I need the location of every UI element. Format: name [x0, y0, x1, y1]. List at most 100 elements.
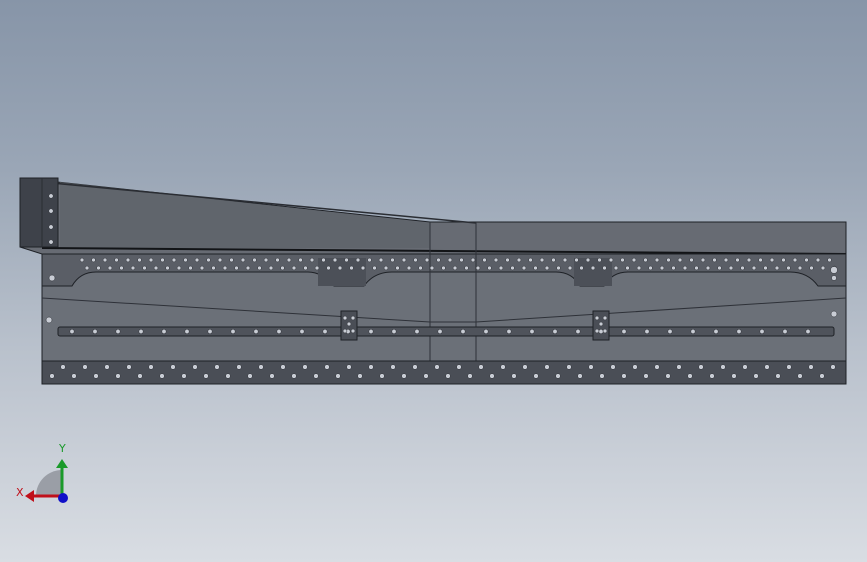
bolt-hole [687, 373, 693, 379]
bolt-hole [585, 257, 591, 263]
bolt-hole [746, 257, 752, 263]
bolt-hole [350, 328, 356, 334]
bolt-hole [643, 373, 649, 379]
triad-plane-quadrant [36, 470, 62, 496]
bolt-hole [728, 265, 734, 271]
bolt-hole [79, 257, 85, 263]
bolt-hole [597, 257, 602, 263]
bolt-hole [360, 265, 366, 271]
bolt-hole [181, 373, 187, 379]
bolt-hole [775, 373, 781, 379]
bolt-hole [830, 364, 836, 370]
bolt-hole [299, 329, 305, 334]
bolt-hole [613, 265, 619, 271]
bolt-hole [206, 257, 211, 263]
bolt-hole [666, 257, 671, 263]
bolt-hole [820, 265, 826, 271]
bolt-hole [423, 373, 429, 379]
bolt-hole [467, 373, 473, 379]
bolt-hole [552, 329, 558, 334]
bolt-hole [137, 373, 143, 379]
bolt-hole [620, 257, 625, 263]
triad-x-label: X [16, 486, 24, 499]
graphics-viewport[interactable] [0, 0, 867, 562]
bolt-hole [769, 257, 775, 263]
bolt-hole [268, 265, 274, 271]
bolt-hole [245, 265, 251, 271]
bolt-hole [804, 257, 809, 263]
bolt-hole [142, 265, 147, 271]
bolt-hole [654, 257, 660, 263]
bolt-hole [342, 315, 348, 321]
beam-assembly-model[interactable] [19, 177, 847, 385]
bolt-hole [82, 364, 88, 370]
bolt-hole [648, 265, 653, 271]
y-axis-arrow [56, 459, 68, 468]
bolt-hole [391, 329, 397, 334]
bolt-hole [335, 373, 341, 379]
bolt-hole [199, 265, 205, 271]
bolt-hole [459, 257, 464, 263]
bolt-hole [705, 265, 711, 271]
bolt-hole [539, 257, 545, 263]
bolt-hole [159, 373, 165, 379]
bolt-hole [602, 328, 608, 334]
bolt-hole [413, 257, 418, 263]
bolt-hole [92, 329, 98, 334]
bolt-hole [644, 329, 650, 334]
bolt-hole [45, 316, 53, 324]
bolt-hole [429, 265, 435, 271]
bolt-hole [694, 265, 699, 271]
bolt-hole [562, 257, 568, 263]
bolt-hole [511, 373, 517, 379]
bolt-hole [690, 329, 696, 334]
bolt-hole [60, 364, 66, 370]
bolt-hole [470, 257, 476, 263]
bolt-hole [69, 329, 75, 334]
bolt-hole [49, 373, 55, 379]
bolt-hole [456, 364, 462, 370]
bolt-hole [763, 265, 768, 271]
bolt-hole [368, 364, 374, 370]
bolt-hole [781, 257, 786, 263]
bolt-hole [671, 265, 676, 271]
bolt-hole [207, 329, 213, 334]
bolt-hole [188, 265, 193, 271]
reference-triad[interactable] [25, 459, 68, 503]
bolt-hole [160, 257, 165, 263]
bolt-hole [588, 364, 594, 370]
bolt-hole [599, 373, 605, 379]
bolt-hole [257, 265, 262, 271]
bolt-hole [521, 265, 527, 271]
bolt-hole [464, 265, 469, 271]
bolt-hole [225, 373, 231, 379]
bolt-hole [229, 257, 234, 263]
bolt-hole [214, 364, 220, 370]
bolt-hole [183, 257, 188, 263]
bolt-hole [258, 364, 264, 370]
bolt-hole [378, 257, 384, 263]
bolt-hole [247, 373, 253, 379]
bolt-hole [631, 257, 637, 263]
x-axis-arrow [25, 490, 34, 502]
bolt-hole [291, 265, 297, 271]
bolt-hole [280, 265, 285, 271]
bolt-hole [566, 364, 572, 370]
bolt-hole [632, 364, 638, 370]
bolt-hole [84, 265, 90, 271]
bolt-hole [528, 257, 533, 263]
bolt-hole [452, 265, 458, 271]
bolt-hole [758, 257, 763, 263]
center-pocket-right [574, 258, 612, 286]
bolt-hole [194, 257, 200, 263]
bolt-hole [797, 265, 803, 271]
bolt-hole [115, 373, 121, 379]
bolt-hole [349, 265, 354, 271]
bolt-hole [598, 329, 604, 334]
bolt-hole [236, 364, 242, 370]
bolt-hole [574, 257, 579, 263]
bolt-hole [689, 257, 694, 263]
bolt-hole [805, 329, 811, 334]
bolt-hole [126, 364, 132, 370]
bolt-hole [368, 329, 374, 334]
